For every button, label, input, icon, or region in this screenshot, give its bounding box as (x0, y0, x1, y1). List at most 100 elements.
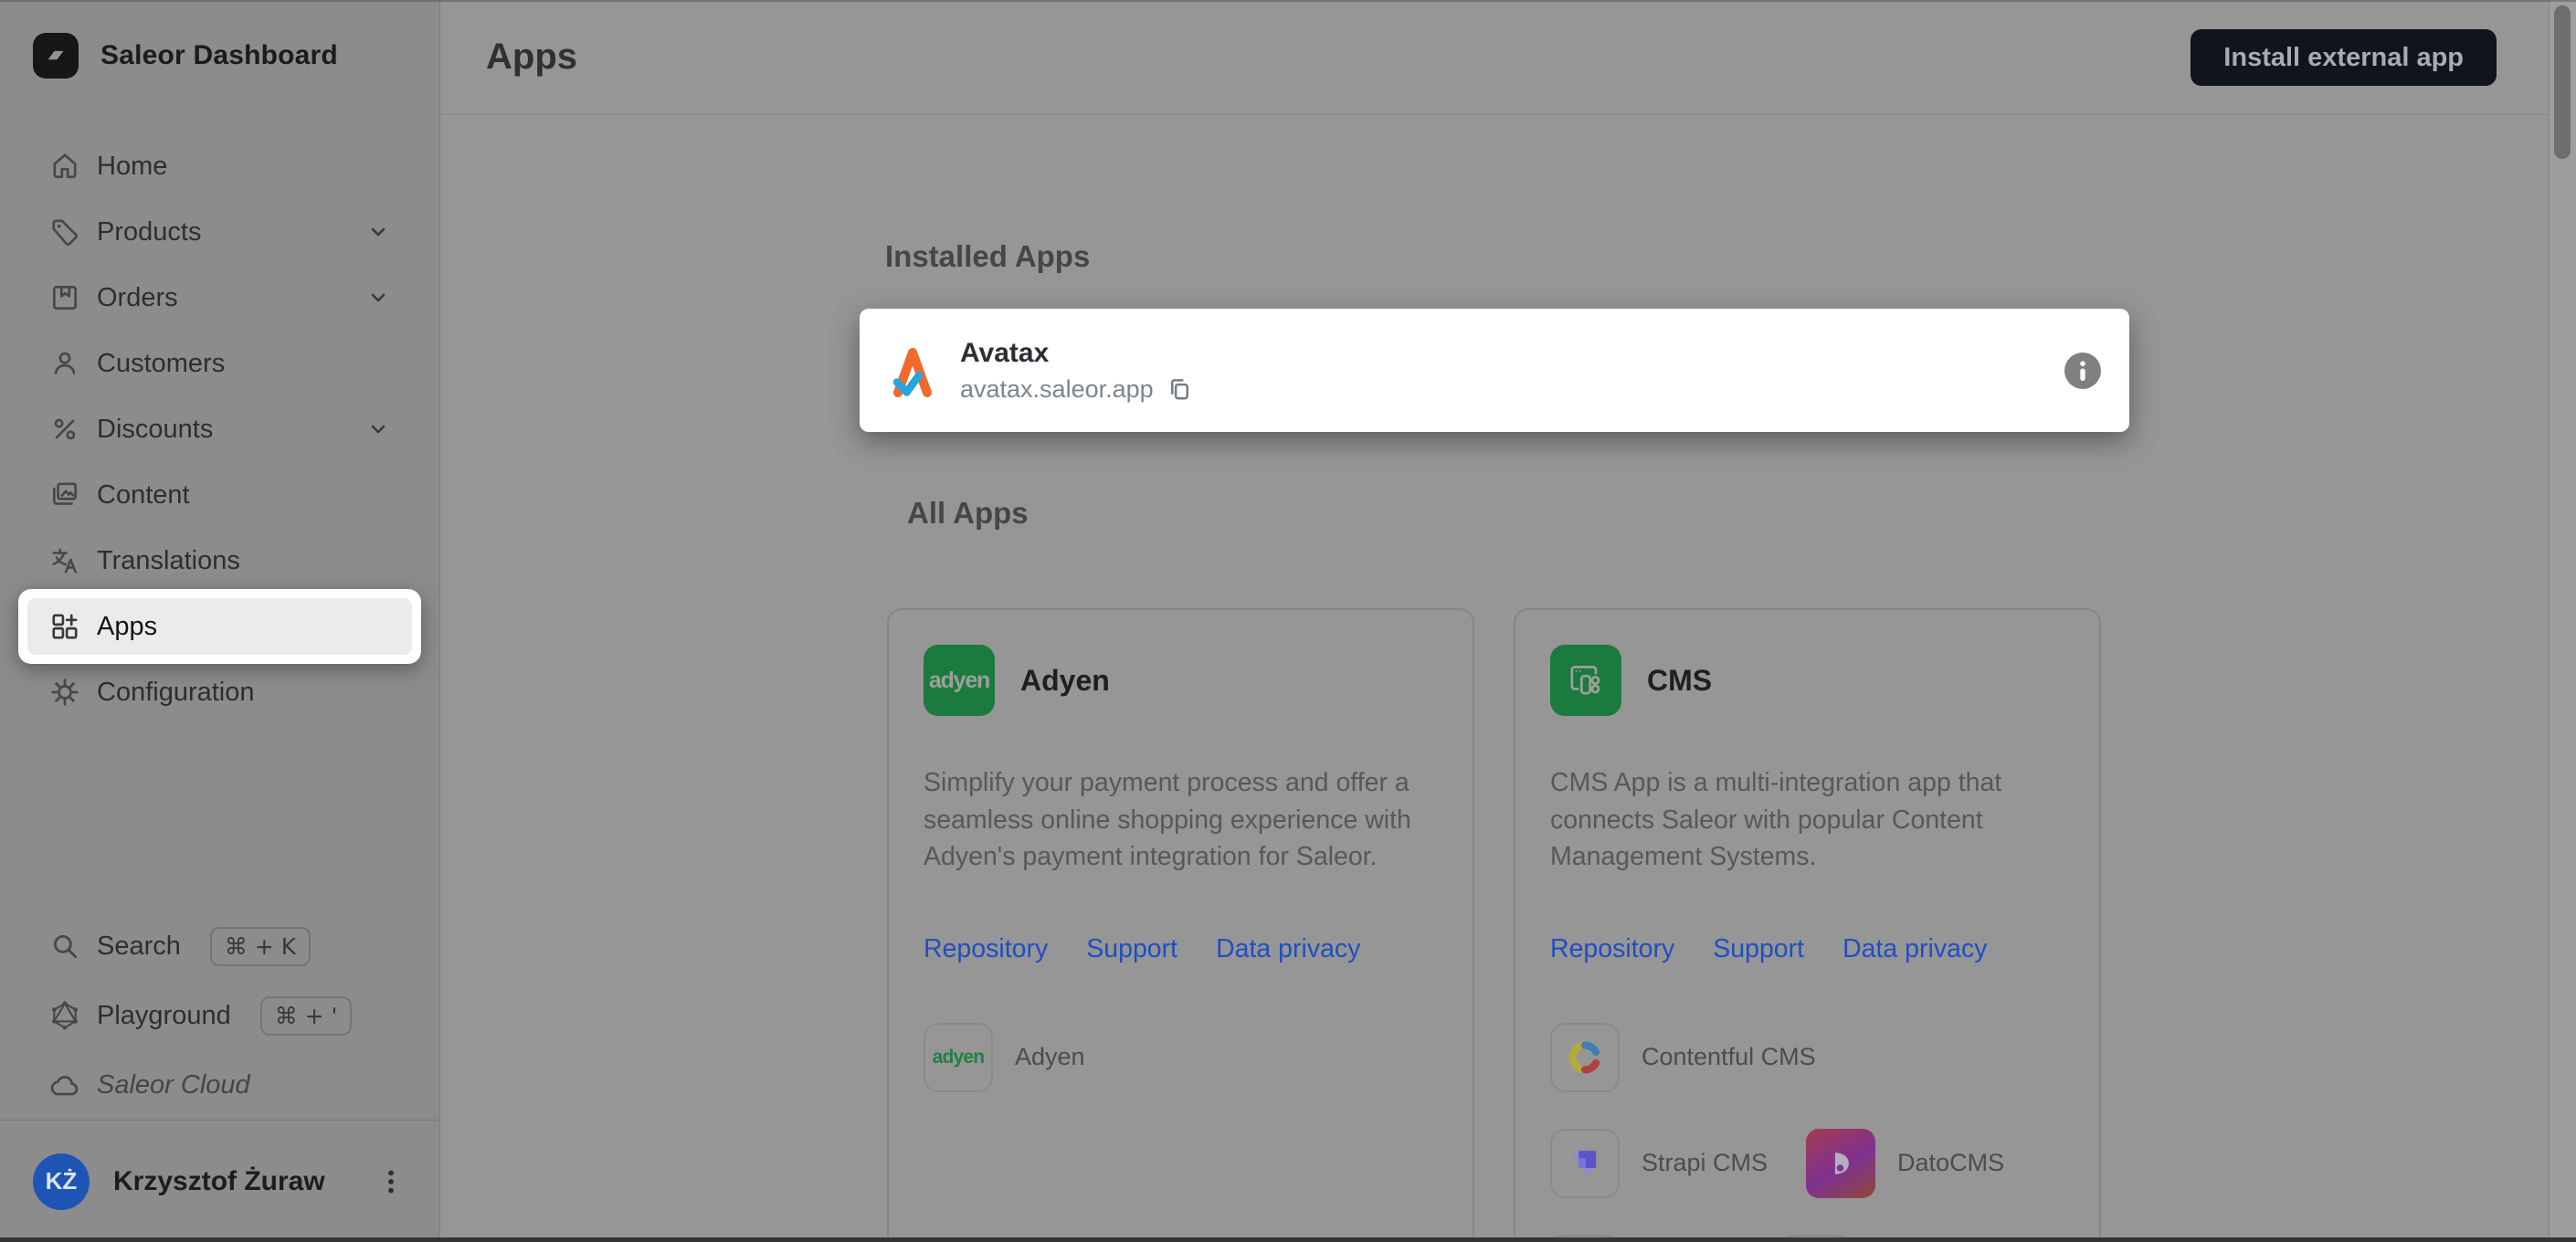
sidebar: Saleor Dashboard Home Products (0, 0, 440, 1242)
installed-app-name: Avatax (960, 338, 1194, 369)
sidebar-item-configuration[interactable]: Configuration (27, 659, 412, 725)
window-top-edge (0, 0, 2576, 2)
app-card-title: CMS (1647, 664, 1712, 698)
integration-datocms: DatoCMS (1806, 1129, 2004, 1198)
kebab-menu-icon[interactable] (375, 1166, 406, 1197)
page-scrollbar (2549, 0, 2576, 1242)
spotlight-apps: Apps (18, 589, 421, 664)
sidebar-item-label: Configuration (97, 678, 255, 708)
sidebar-header: Saleor Dashboard (0, 0, 439, 79)
content-icon (49, 479, 80, 510)
all-apps-heading: All Apps (907, 496, 2129, 531)
app-card-description: Simplify your payment process and offer … (924, 764, 1438, 876)
strapi-logo (1550, 1129, 1620, 1198)
install-external-app-button[interactable]: Install external app (2191, 29, 2497, 86)
chevron-down-icon (366, 220, 390, 244)
sidebar-spacer (0, 725, 439, 911)
sidebar-item-content[interactable]: Content (27, 462, 412, 528)
playground-shortcut-badge: ⌘ + ' (260, 996, 353, 1036)
data-privacy-link[interactable]: Data privacy (1842, 934, 1987, 964)
app-card-links: Repository Support Data privacy (1550, 934, 2064, 964)
page-title: Apps (486, 37, 577, 78)
page-header: Apps Install external app (440, 0, 2549, 115)
app-card-cms: CMS CMS App is a multi-integration app t… (1514, 608, 2101, 1242)
sidebar-item-label: Translations (97, 546, 240, 576)
home-icon (49, 151, 80, 182)
saleor-dashboard-screen: Saleor Dashboard Home Products (0, 0, 2576, 1242)
saleor-logo (33, 33, 79, 79)
sidebar-item-label: Discounts (97, 415, 213, 445)
support-link[interactable]: Support (1086, 934, 1177, 964)
adyen-wordmark-logo: adyen (924, 1023, 993, 1092)
integration-list: adyen Adyen (924, 1023, 1438, 1092)
integration-strapi: Strapi CMS (1550, 1129, 1768, 1198)
adyen-logo: adyen (924, 645, 995, 716)
integration-adyen: adyen Adyen (924, 1023, 1085, 1092)
repository-link[interactable]: Repository (924, 934, 1048, 964)
integration-list: Contentful CMS Strapi CMS (1550, 1023, 2064, 1242)
playground-label: Playground (97, 1001, 231, 1031)
search-label: Search (97, 932, 181, 962)
sidebar-item-products[interactable]: Products (27, 199, 412, 265)
sidebar-item-translations[interactable]: Translations (27, 528, 412, 594)
tag-icon (49, 216, 80, 247)
sidebar-item-discounts[interactable]: Discounts (27, 396, 412, 462)
sidebar-item-orders[interactable]: Orders (27, 265, 412, 331)
sidebar-item-label: Products (97, 217, 201, 247)
installed-app-row-avatax[interactable]: Avatax avatax.saleor.app (860, 309, 2129, 432)
all-apps-grid: adyen Adyen Simplify your payment proces… (860, 608, 2129, 1242)
installed-apps-heading: Installed Apps (885, 239, 2129, 274)
graphql-playground-icon (49, 1000, 80, 1031)
sidebar-item-label: Content (97, 480, 190, 510)
content-container: Installed Apps Avatax avatax.saleor.app (860, 239, 2129, 1242)
avatax-logo (891, 344, 934, 397)
sidebar-item-label: Home (97, 152, 167, 182)
translations-icon (49, 545, 80, 576)
sidebar-item-label: Customers (97, 349, 225, 379)
scrollbar-thumb[interactable] (2554, 5, 2571, 159)
sidebar-item-label: Orders (97, 283, 178, 313)
sidebar-item-label: Apps (97, 612, 157, 642)
search-shortcut-badge: ⌘ + K (210, 927, 311, 966)
sidebar-item-customers[interactable]: Customers (27, 331, 412, 396)
playground-button[interactable]: Playground ⌘ + ' (27, 981, 412, 1050)
search-icon (49, 931, 80, 962)
main-area: Apps Install external app Installed Apps… (440, 0, 2576, 1242)
sidebar-nav: Home Products Orders (0, 133, 439, 725)
content-area: Installed Apps Avatax avatax.saleor.app (440, 115, 2549, 1242)
cms-logo (1550, 645, 1621, 716)
app-card-links: Repository Support Data privacy (924, 934, 1438, 964)
avatax-info: Avatax avatax.saleor.app (960, 338, 1194, 404)
customers-icon (49, 348, 80, 379)
cloud-icon (49, 1069, 80, 1100)
saleor-cloud-label: Saleor Cloud (97, 1070, 250, 1100)
chevron-down-icon (366, 417, 390, 441)
chevron-down-icon (366, 286, 390, 310)
search-button[interactable]: Search ⌘ + K (27, 911, 412, 981)
saleor-cloud-link[interactable]: Saleor Cloud (27, 1050, 412, 1120)
avatar: KŻ (33, 1153, 90, 1210)
app-card-adyen: adyen Adyen Simplify your payment proces… (887, 608, 1474, 1242)
sidebar-item-home[interactable]: Home (27, 133, 412, 199)
repository-link[interactable]: Repository (1550, 934, 1674, 964)
discounts-icon (49, 414, 80, 445)
contentful-logo (1550, 1023, 1620, 1092)
gear-icon (49, 677, 80, 708)
app-card-description: CMS App is a multi-integration app that … (1550, 764, 2064, 876)
installed-app-url: avatax.saleor.app (960, 375, 1154, 404)
sidebar-utility: Search ⌘ + K Playground ⌘ + ' Saleor Clo… (0, 911, 439, 1120)
apps-icon (49, 611, 80, 642)
app-title: Saleor Dashboard (100, 40, 338, 71)
window-bottom-edge (0, 1237, 2576, 1242)
user-name: Krzysztof Żuraw (113, 1166, 352, 1197)
orders-icon (49, 282, 80, 313)
datocms-logo (1806, 1129, 1875, 1198)
integration-contentful: Contentful CMS (1550, 1023, 1816, 1092)
copy-icon[interactable] (1166, 375, 1194, 404)
data-privacy-link[interactable]: Data privacy (1216, 934, 1360, 964)
app-card-title: Adyen (1020, 664, 1110, 698)
user-menu[interactable]: KŻ Krzysztof Żuraw (0, 1121, 439, 1242)
sidebar-item-apps[interactable]: Apps (27, 598, 412, 655)
support-link[interactable]: Support (1713, 934, 1804, 964)
info-icon[interactable] (2064, 352, 2102, 390)
